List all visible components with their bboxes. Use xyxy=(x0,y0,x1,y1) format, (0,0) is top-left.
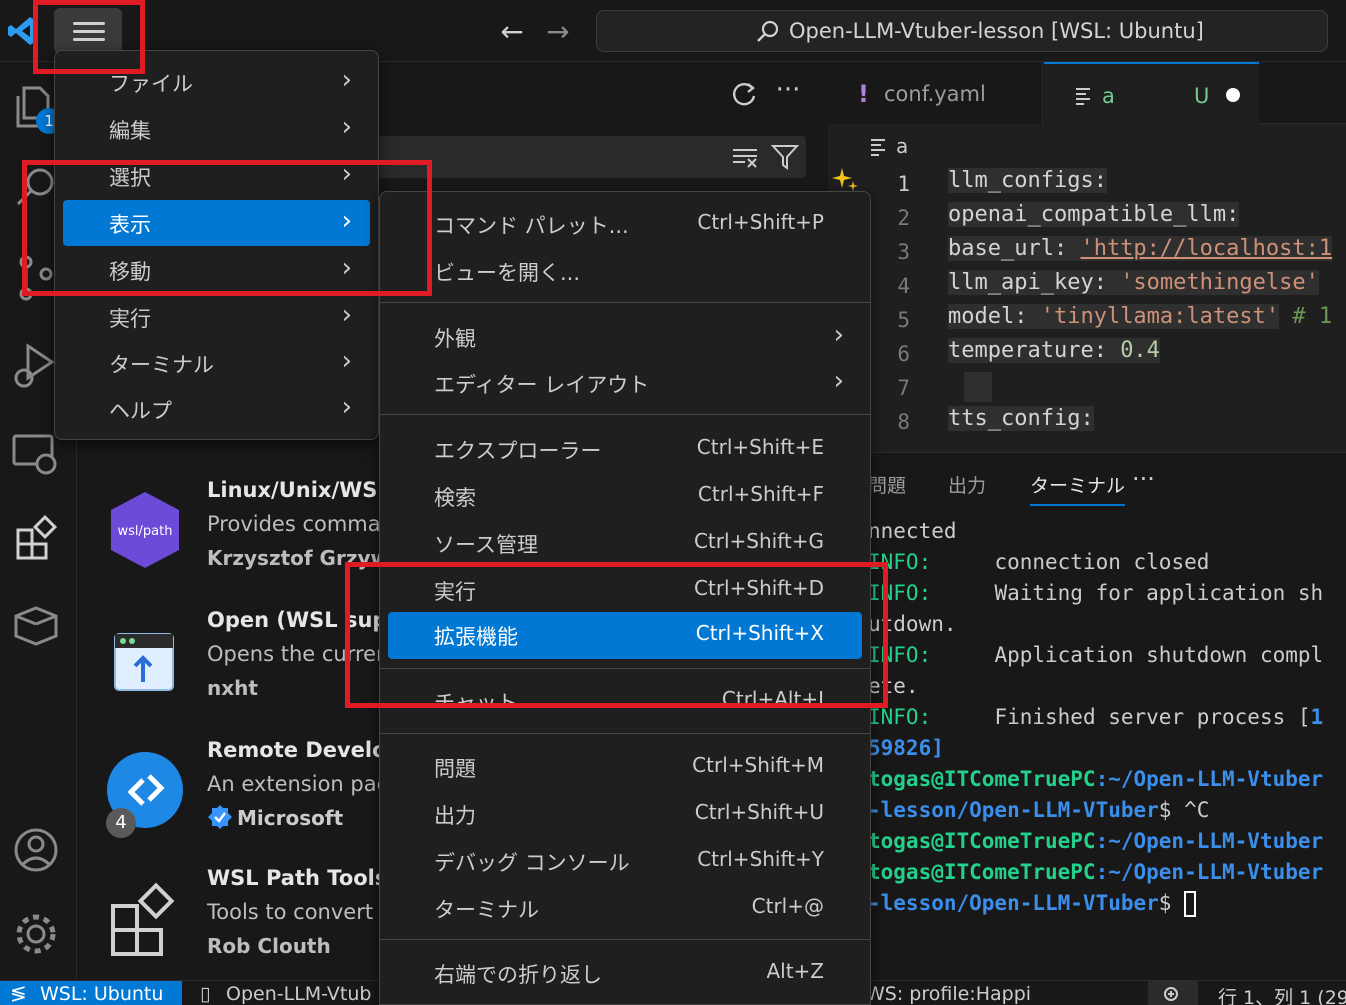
code-line: openai_compatible_llm: xyxy=(948,202,1240,227)
extension-pack-count-badge: 4 xyxy=(106,808,136,838)
open-folder-icon xyxy=(114,633,174,691)
filter-icon[interactable] xyxy=(770,142,800,172)
menu-item-search[interactable]: 検索 Ctrl+Shift+F xyxy=(388,473,862,517)
warning-icon: ! xyxy=(858,80,869,108)
extension-item[interactable]: WSL Path Tools Tools to convert Rob Clou… xyxy=(77,862,387,990)
extension-item[interactable]: wsl/path Linux/Unix/WSL Provides comma K… xyxy=(77,474,415,602)
code-line-empty xyxy=(964,372,992,402)
code-line: model: 'tinyllama:latest' # 1 xyxy=(948,304,1333,329)
annotation-highlight-extensions xyxy=(345,562,888,708)
untracked-status: U xyxy=(1194,84,1210,108)
chevron-right-icon: › xyxy=(341,392,352,422)
chevron-right-icon: › xyxy=(341,346,352,376)
chevron-right-icon: › xyxy=(341,112,352,142)
status-project[interactable]: Open-LLM-Vtub xyxy=(226,983,371,1005)
menu-item-edit[interactable]: 編集 › xyxy=(63,106,370,150)
command-center[interactable]: Open-LLM-Vtuber-lesson [WSL: Ubuntu] xyxy=(596,10,1328,52)
menu-item-problems[interactable]: 問題 Ctrl+Shift+M xyxy=(388,744,862,788)
menu-item-appearance[interactable]: 外観 › xyxy=(388,314,862,358)
menu-item-output[interactable]: 出力 Ctrl+Shift+U xyxy=(388,791,862,835)
code-line: temperature: 0.4 xyxy=(948,338,1160,363)
sparkle-icon[interactable] xyxy=(832,166,860,194)
terminal-cursor xyxy=(1184,891,1197,917)
chevron-right-icon: › xyxy=(833,320,844,350)
bottom-panel: 問題 出力 ターミナル ··· nnected INFO: connection… xyxy=(828,452,1346,980)
refresh-icon[interactable] xyxy=(728,78,760,110)
search-icon xyxy=(757,20,779,42)
cursor-position[interactable]: 行 1、列 1 (29 xyxy=(1218,983,1346,1005)
annotation-highlight-hamburger xyxy=(33,0,145,74)
tab-problems[interactable]: 問題 xyxy=(868,471,906,498)
menu-item-debug-console[interactable]: デバッグ コンソール Ctrl+Shift+Y xyxy=(388,838,862,882)
code-editor[interactable]: a 1 2 3 4 5 6 7 8 llm_configs: openai_co… xyxy=(828,124,1346,450)
arrow-right-icon[interactable]: → xyxy=(542,16,574,48)
menu-item-explorer[interactable]: エクスプローラー Ctrl+Shift+E xyxy=(388,426,862,470)
tab-terminal[interactable]: ターミナル xyxy=(1030,471,1126,506)
verified-badge-icon xyxy=(208,805,232,829)
menu-item-run[interactable]: 実行 › xyxy=(63,294,370,338)
menu-item-terminal[interactable]: ターミナル › xyxy=(63,340,370,384)
extension-item[interactable]: 4 Remote Develop An extension pac Micros… xyxy=(77,734,402,862)
package-icon[interactable] xyxy=(10,598,62,650)
zoom-icon[interactable] xyxy=(1148,981,1198,1005)
account-icon[interactable] xyxy=(10,824,62,876)
menu-item-word-wrap[interactable]: 右端での折り返し Alt+Z xyxy=(388,950,862,994)
wsl-path-icon: wsl/path xyxy=(111,492,179,568)
tab-output[interactable]: 出力 xyxy=(948,471,986,498)
unsaved-dot-icon[interactable] xyxy=(1226,88,1240,102)
breadcrumb[interactable]: a xyxy=(896,134,908,158)
code-line: llm_configs: xyxy=(948,168,1107,193)
extensions-icon[interactable] xyxy=(10,512,62,564)
code-line: tts_config: xyxy=(948,406,1094,431)
chevron-right-icon: › xyxy=(833,366,844,396)
editor-tabs: ! conf.yaml a U xyxy=(828,62,1346,124)
remote-icon: ≶ xyxy=(10,981,27,1005)
tab-conf-yaml[interactable]: ! conf.yaml xyxy=(828,62,1043,124)
text-file-icon xyxy=(871,139,885,156)
extension-item[interactable]: Open (WSL supp Opens the currer nxht xyxy=(77,604,402,732)
chevron-right-icon: › xyxy=(341,300,352,330)
tab-a[interactable]: a U xyxy=(1044,62,1259,124)
menu-item-open-view[interactable]: ビューを開く... xyxy=(388,248,862,292)
arrow-left-icon[interactable]: ← xyxy=(496,16,528,48)
panel-more-icon[interactable]: ··· xyxy=(1132,465,1155,493)
wsl-path-tools-icon xyxy=(111,882,175,956)
code-line: base_url: 'http://localhost:1 xyxy=(948,236,1333,261)
gear-icon[interactable] xyxy=(10,908,62,960)
chevron-right-icon: › xyxy=(341,65,352,95)
menu-item-help[interactable]: ヘルプ › xyxy=(63,386,370,430)
menu-item-terminal[interactable]: ターミナル Ctrl+@ xyxy=(388,885,862,929)
window-title: Open-LLM-Vtuber-lesson [WSL: Ubuntu] xyxy=(789,19,1204,43)
code-line: llm_api_key: 'somethingelse' xyxy=(948,270,1319,295)
status-profile[interactable]: WS: profile:Happi xyxy=(866,983,1031,1005)
remote-indicator[interactable]: ≶ WSL: Ubuntu xyxy=(0,981,182,1005)
svg-text:wsl/path: wsl/path xyxy=(118,524,173,539)
more-actions-icon[interactable]: ··· xyxy=(772,77,804,110)
menu-item-command-palette[interactable]: コマンド パレット... Ctrl+Shift+P xyxy=(388,201,862,245)
menu-item-source-control[interactable]: ソース管理 Ctrl+Shift+G xyxy=(388,520,862,564)
clear-filter-icon[interactable] xyxy=(730,142,760,172)
text-file-icon xyxy=(1076,88,1090,105)
annotation-highlight-view xyxy=(22,160,432,296)
folder-icon: ▯ xyxy=(200,983,211,1005)
menu-item-editor-layout[interactable]: エディター レイアウト › xyxy=(388,360,862,404)
